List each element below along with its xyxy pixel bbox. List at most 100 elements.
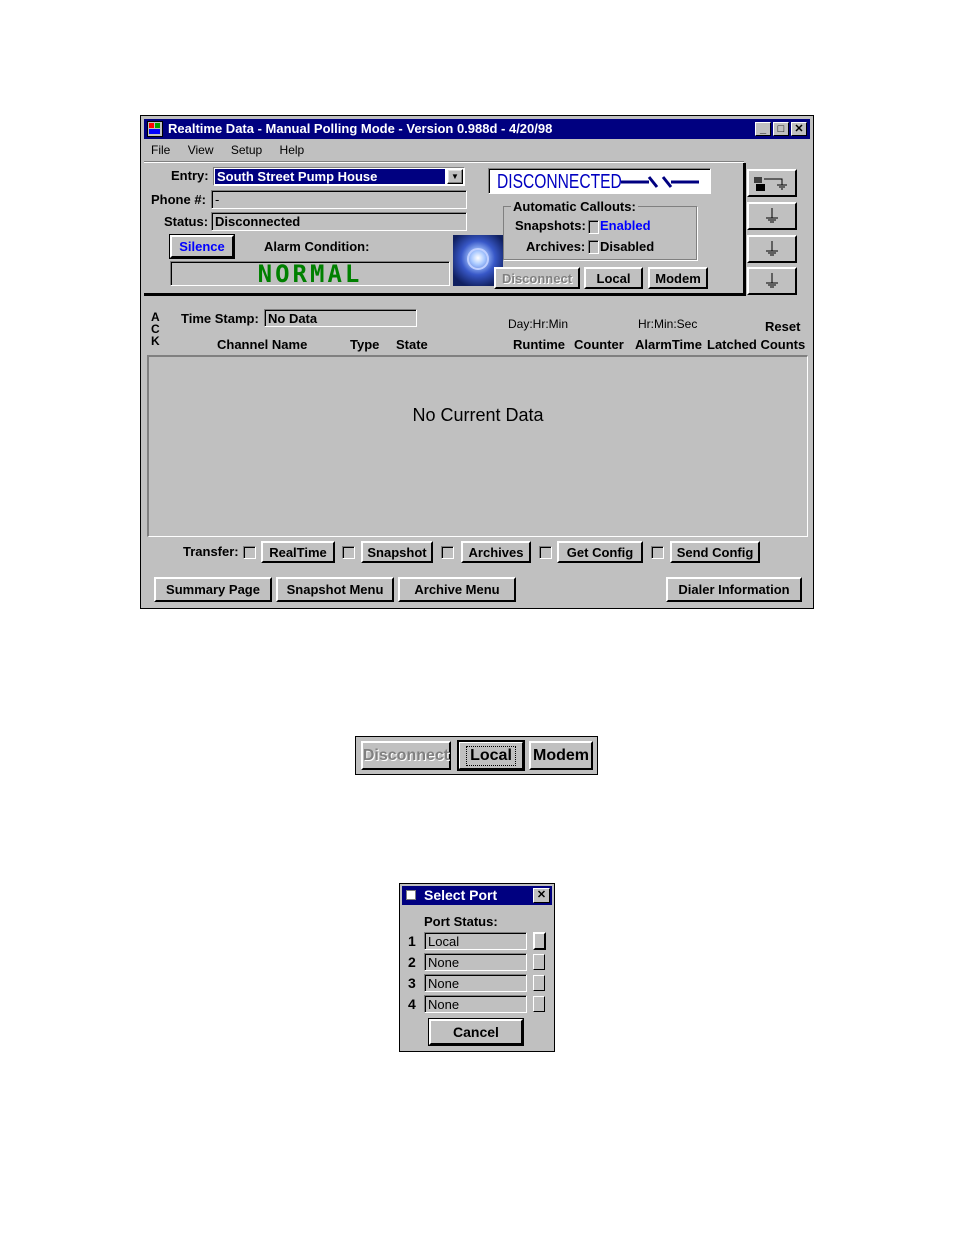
port-3-button[interactable] [747,235,797,263]
zoom-local-button[interactable]: Local [457,740,525,771]
archives-toggle[interactable] [588,240,599,254]
ground-icon [766,273,778,288]
zoom-disconnect-button[interactable]: Disconnect [361,741,451,770]
connection-indicator: DISCONNECTED [488,168,711,194]
port-3-number: 3 [408,975,416,991]
col-channel-name[interactable]: Channel Name [217,337,307,352]
dialer-information-button[interactable]: Dialer Information [666,577,802,602]
port-2-number: 2 [408,954,416,970]
alarm-status-value: NORMAL [257,259,363,288]
snapshot-checkbox[interactable] [342,546,355,559]
app-icon [147,121,163,137]
col-alarmtime[interactable]: AlarmTime [635,337,702,352]
select-port-dialog: Select Port ✕ Port Status: 1 Local 2 Non… [399,883,555,1052]
empty-message: No Current Data [412,405,544,425]
select-port-title: Select Port [424,887,498,903]
snapshot-menu-button[interactable]: Snapshot Menu [276,577,394,602]
dialog-icon [406,890,416,900]
summary-page-button[interactable]: Summary Page [154,577,272,602]
archives-button[interactable]: Archives [461,541,531,563]
maximize-button[interactable]: □ [773,122,789,136]
port-3-select-button[interactable] [533,975,545,991]
snapshot-button[interactable]: Snapshot [361,541,433,563]
col-runtime[interactable]: Runtime [513,337,565,352]
timestamp-field: No Data [264,309,417,327]
port-4-button[interactable] [747,267,797,295]
phone-label: Phone #: [151,192,206,207]
port-2-field: None [424,953,527,971]
hr-min-sec-label: Hr:Min:Sec [638,317,698,331]
alarm-condition-label: Alarm Condition: [264,239,370,254]
menu-bar: File View Setup Help [151,143,318,157]
reset-label: Reset [765,319,801,334]
menu-file[interactable]: File [151,143,170,157]
side-panel-divider [743,163,746,296]
port-1-button[interactable] [747,169,797,197]
close-button[interactable]: ✕ [791,122,807,136]
select-port-close-button[interactable]: ✕ [533,888,550,903]
disconnect-button[interactable]: Disconnect [494,267,580,289]
alarm-status-display: NORMAL [170,259,450,288]
port-4-field: None [424,995,527,1013]
window-title: Realtime Data - Manual Polling Mode - Ve… [168,121,553,136]
day-hr-min-label: Day:Hr:Min [508,317,569,331]
entry-value: South Street Pump House [215,169,445,184]
chevron-down-icon[interactable]: ▼ [447,169,463,184]
menu-setup[interactable]: Setup [231,143,262,157]
port-2-select-button[interactable] [533,954,545,970]
cancel-button[interactable]: Cancel [428,1018,524,1046]
realtime-checkbox[interactable] [243,546,256,559]
send-config-button[interactable]: Send Config [670,541,760,563]
local-button[interactable]: Local [584,267,643,289]
data-list[interactable]: No Current Data [147,355,808,537]
port-4-number: 4 [408,996,416,1012]
zoom-local-label: Local [466,745,516,766]
minimize-button[interactable]: _ [755,122,771,136]
switch-open-icon [621,176,699,188]
ack-label-k: K [151,334,160,348]
status-field: Disconnected [211,212,467,231]
archives-label: Archives: [526,239,586,254]
port-4-select-button[interactable] [533,996,545,1012]
snapshots-label: Snapshots: [515,218,586,233]
ground-icon [766,241,778,256]
connection-buttons-zoom: Disconnect Local Modem [355,736,598,775]
timestamp-label: Time Stamp: [181,311,259,326]
title-bar[interactable]: Realtime Data - Manual Polling Mode - Ve… [144,119,810,139]
get-config-checkbox[interactable] [539,546,552,559]
transfer-label: Transfer: [183,544,239,559]
archives-checkbox[interactable] [441,546,454,559]
zoom-modem-button[interactable]: Modem [529,741,593,770]
entry-label: Entry: [171,168,209,183]
col-type[interactable]: Type [350,337,379,352]
port-1-select-button[interactable] [533,932,546,950]
port-2-button[interactable] [747,202,797,230]
select-port-title-bar[interactable]: Select Port ✕ [402,886,552,905]
col-state[interactable]: State [396,337,428,352]
port-3-field: None [424,974,527,992]
menu-help[interactable]: Help [280,143,305,157]
status-label: Status: [164,214,209,229]
ground-icon [766,208,778,223]
menu-view[interactable]: View [188,143,214,157]
entry-select[interactable]: South Street Pump House ▼ [213,167,465,186]
archive-menu-button[interactable]: Archive Menu [398,577,516,602]
col-latched-counts[interactable]: Latched Counts [707,337,805,352]
port-status-label: Port Status: [424,914,498,929]
modem-button[interactable]: Modem [648,267,708,289]
silence-button[interactable]: Silence [169,234,235,259]
upper-panel-divider [144,293,746,296]
archives-value: Disabled [600,239,655,254]
realtime-data-window: Realtime Data - Manual Polling Mode - Ve… [140,115,814,609]
send-config-checkbox[interactable] [651,546,664,559]
phone-field: - [211,190,467,209]
get-config-button[interactable]: Get Config [557,541,643,563]
snapshots-toggle[interactable] [588,220,599,234]
local-port-icon [754,177,787,191]
port-1-field: Local [424,932,527,950]
realtime-button[interactable]: RealTime [261,541,335,563]
connection-status-text: DISCONNECTED [497,171,622,193]
col-counter[interactable]: Counter [574,337,624,352]
snapshots-value: Enabled [600,218,651,233]
callouts-title: Automatic Callouts: [511,199,638,214]
